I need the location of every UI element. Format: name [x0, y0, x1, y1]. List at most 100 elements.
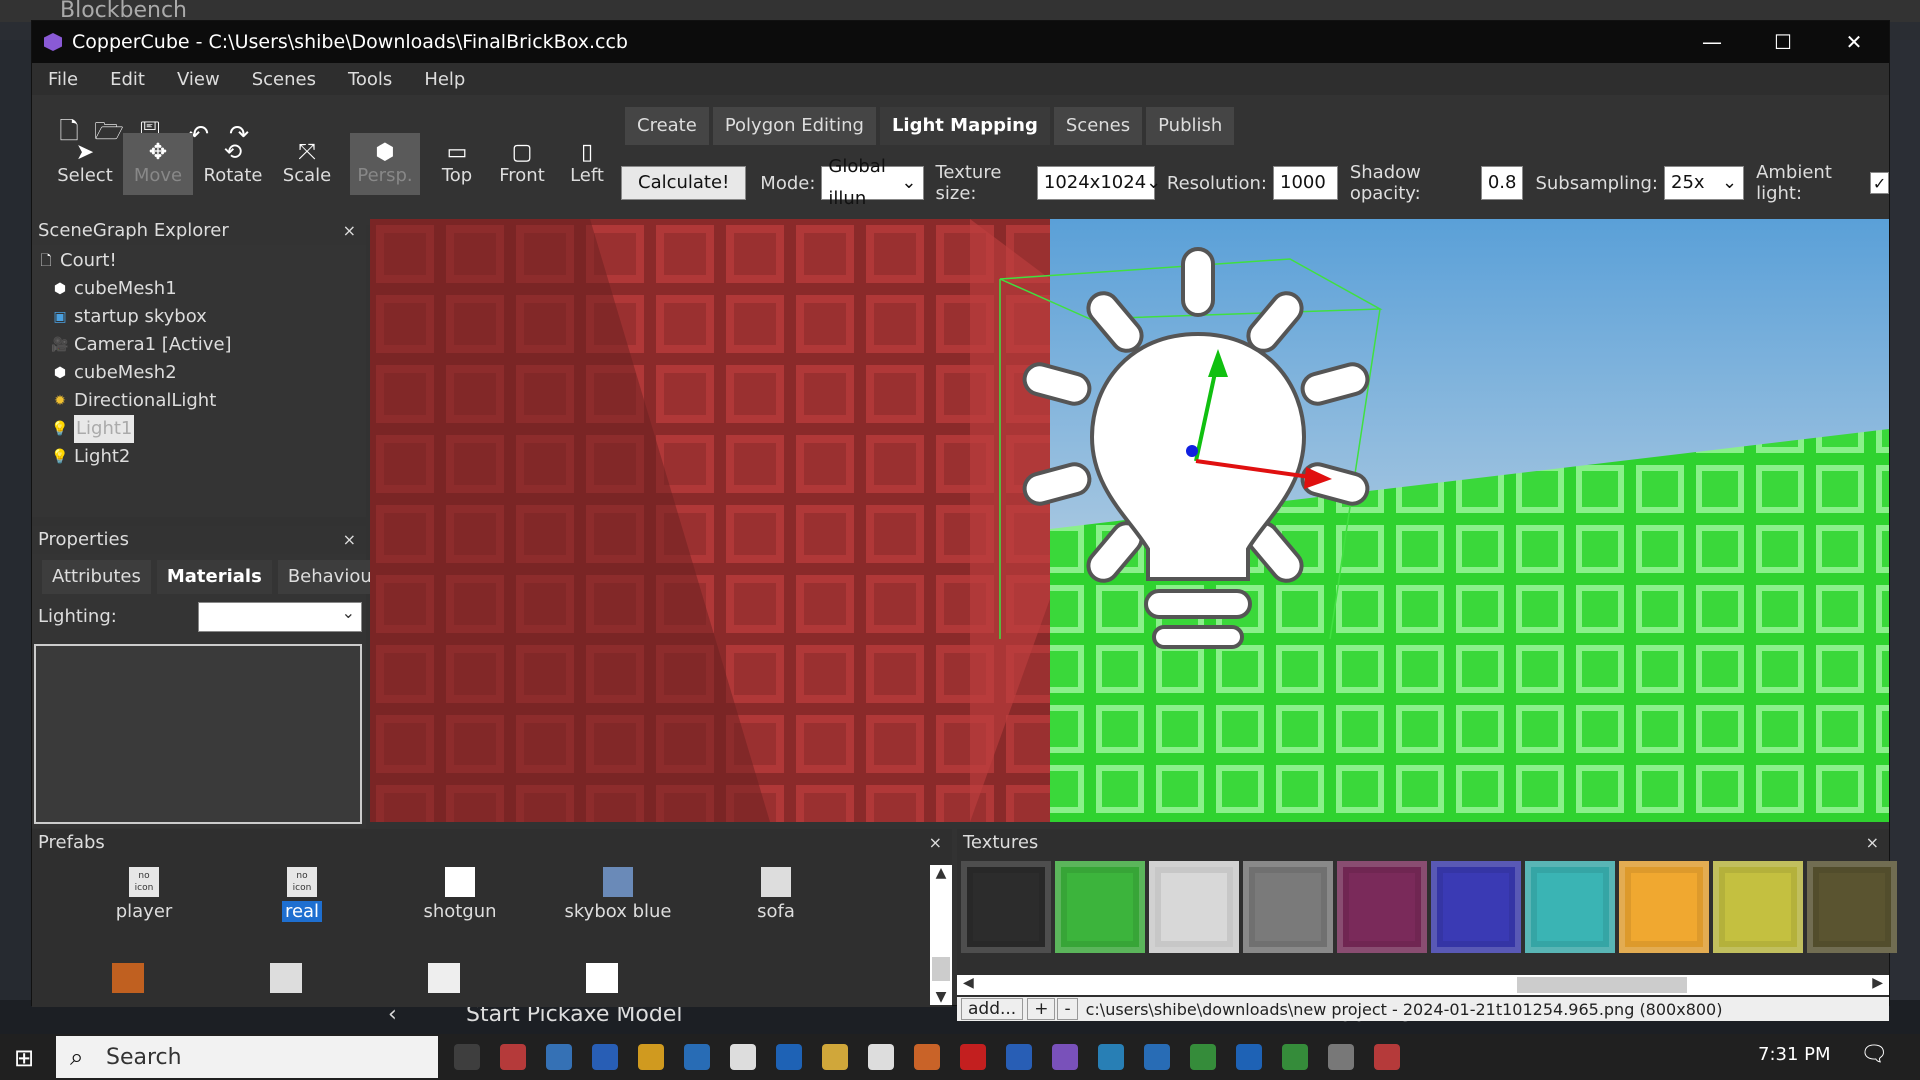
notifications-icon[interactable]: 🗨: [1860, 1042, 1888, 1067]
top-view-button[interactable]: ▭ Top: [422, 133, 492, 195]
prefab-real[interactable]: no icon real: [242, 867, 362, 922]
texture-swatch[interactable]: [1337, 861, 1427, 953]
app-icon[interactable]: [1006, 1044, 1032, 1070]
texture-swatch[interactable]: [1807, 861, 1897, 953]
tab-create[interactable]: Create: [625, 107, 709, 145]
tree-item-camera1[interactable]: 🎥 Camera1 [Active]: [32, 331, 366, 359]
texture-swatch[interactable]: [1713, 861, 1803, 953]
app-icon[interactable]: [914, 1044, 940, 1070]
texture-swatch[interactable]: [1055, 861, 1145, 953]
tree-item-directionallight[interactable]: ✹ DirectionalLight: [32, 387, 366, 415]
menu-help[interactable]: Help: [408, 69, 481, 90]
scale-tool-button[interactable]: ⤧ Scale: [272, 133, 342, 195]
maximize-button[interactable]: ☐: [1747, 21, 1819, 63]
tab-light-mapping[interactable]: Light Mapping: [879, 107, 1050, 145]
shadow-opacity-input[interactable]: 0.8: [1480, 166, 1524, 200]
menu-view[interactable]: View: [161, 69, 236, 90]
menu-tools[interactable]: Tools: [332, 69, 408, 90]
close-icon[interactable]: ×: [343, 217, 356, 245]
app-icon[interactable]: [500, 1044, 526, 1070]
coppercube-taskbar-icon[interactable]: [1052, 1044, 1078, 1070]
app-icon[interactable]: [1098, 1044, 1124, 1070]
texture-size-select[interactable]: 1024x1024 ⌄: [1036, 166, 1161, 200]
menu-edit[interactable]: Edit: [94, 69, 161, 90]
front-view-button[interactable]: ▢ Front: [487, 133, 557, 195]
tab-materials[interactable]: Materials: [156, 560, 272, 594]
texture-swatch[interactable]: [1149, 861, 1239, 953]
tree-item-light1[interactable]: 💡 Light1: [32, 415, 366, 443]
store-icon[interactable]: [546, 1044, 572, 1070]
prefab-player[interactable]: no icon player: [84, 867, 204, 922]
task-view-icon[interactable]: [454, 1044, 480, 1070]
table-thumbnail-icon[interactable]: [270, 963, 302, 993]
plus-button[interactable]: +: [1027, 998, 1056, 1020]
app-icon[interactable]: [868, 1044, 894, 1070]
mail-icon[interactable]: [592, 1044, 618, 1070]
rotate-tool-button[interactable]: ⟲ Rotate: [198, 133, 268, 195]
chrome-icon[interactable]: [1190, 1044, 1216, 1070]
windows-start-icon[interactable]: ⊞: [14, 1044, 34, 1072]
prefab-shotgun[interactable]: shotgun: [400, 867, 520, 922]
tree-item-skybox[interactable]: ▣ startup skybox: [32, 303, 366, 331]
prefab-sofa[interactable]: sofa: [716, 867, 836, 922]
scroll-thumb[interactable]: [1517, 977, 1687, 993]
tab-attributes[interactable]: Attributes: [42, 560, 151, 594]
scroll-right-icon[interactable]: ▶: [1872, 975, 1883, 991]
sunset-thumbnail-icon[interactable]: [112, 963, 144, 993]
chrome-icon[interactable]: [1282, 1044, 1308, 1070]
scroll-up-icon[interactable]: ▲: [930, 865, 952, 881]
texture-swatch[interactable]: [961, 861, 1051, 953]
resolution-input[interactable]: 1000: [1273, 166, 1338, 200]
select-tool-button[interactable]: ➤ Select: [50, 133, 120, 195]
close-icon[interactable]: ×: [343, 526, 356, 554]
texture-swatch[interactable]: [1619, 861, 1709, 953]
lighting-select[interactable]: ⌄: [198, 602, 362, 632]
front-view-icon: ▢: [511, 139, 533, 165]
app-icon[interactable]: [684, 1044, 710, 1070]
menu-scenes[interactable]: Scenes: [236, 69, 332, 90]
close-icon[interactable]: ×: [929, 829, 942, 857]
close-icon[interactable]: ×: [1866, 829, 1879, 857]
textures-hscrollbar[interactable]: ◀ ▶: [957, 975, 1889, 995]
tree-item-cubemesh1[interactable]: ⬢ cubeMesh1: [32, 275, 366, 303]
prefabs-scrollbar[interactable]: ▲ ▼: [930, 865, 952, 1005]
menu-file[interactable]: File: [32, 69, 94, 90]
app-icon[interactable]: [1144, 1044, 1170, 1070]
mode-select[interactable]: Global illun ⌄: [821, 156, 924, 209]
3d-viewport[interactable]: [370, 219, 1889, 822]
tree-item-court[interactable]: 🗋 Court!: [32, 247, 366, 275]
perspective-view-button[interactable]: ⬢ Persp.: [350, 133, 420, 195]
app-icon[interactable]: [776, 1044, 802, 1070]
tab-publish[interactable]: Publish: [1146, 107, 1235, 145]
left-view-button[interactable]: ▯ Left: [552, 133, 622, 195]
tab-scenes[interactable]: Scenes: [1053, 107, 1143, 145]
app-icon[interactable]: [730, 1044, 756, 1070]
tv-thumbnail-icon[interactable]: [586, 963, 618, 993]
tree-item-light2[interactable]: 💡 Light2: [32, 443, 366, 471]
prefab-skybox-blue[interactable]: skybox blue: [558, 867, 678, 922]
table2-thumbnail-icon[interactable]: [428, 963, 460, 993]
add-texture-button[interactable]: add...: [961, 998, 1024, 1020]
move-tool-button[interactable]: ✥ Move: [123, 133, 193, 195]
calculate-button[interactable]: Calculate!: [621, 166, 747, 200]
close-button[interactable]: ✕: [1818, 21, 1890, 63]
taskbar-search[interactable]: ⌕ Search: [56, 1036, 438, 1078]
tree-item-cubemesh2[interactable]: ⬢ cubeMesh2: [32, 359, 366, 387]
scroll-left-icon[interactable]: ◀: [963, 975, 974, 991]
texture-swatch[interactable]: [1431, 861, 1521, 953]
app-icon[interactable]: [1374, 1044, 1400, 1070]
edge-icon[interactable]: [1236, 1044, 1262, 1070]
minimize-button[interactable]: —: [1676, 21, 1748, 63]
scroll-thumb[interactable]: [932, 957, 950, 981]
file-explorer-icon[interactable]: [822, 1044, 848, 1070]
tab-polygon-editing[interactable]: Polygon Editing: [712, 107, 876, 145]
texture-swatch[interactable]: [1243, 861, 1333, 953]
texture-swatch[interactable]: [1525, 861, 1615, 953]
minus-button[interactable]: -: [1057, 998, 1078, 1020]
chrome-icon[interactable]: [638, 1044, 664, 1070]
youtube-icon[interactable]: [960, 1044, 986, 1070]
subsampling-select[interactable]: 25x ⌄: [1664, 166, 1745, 200]
scroll-down-icon[interactable]: ▼: [930, 989, 952, 1005]
app-icon[interactable]: [1328, 1044, 1354, 1070]
ambient-light-checkbox[interactable]: ✓: [1870, 172, 1889, 194]
